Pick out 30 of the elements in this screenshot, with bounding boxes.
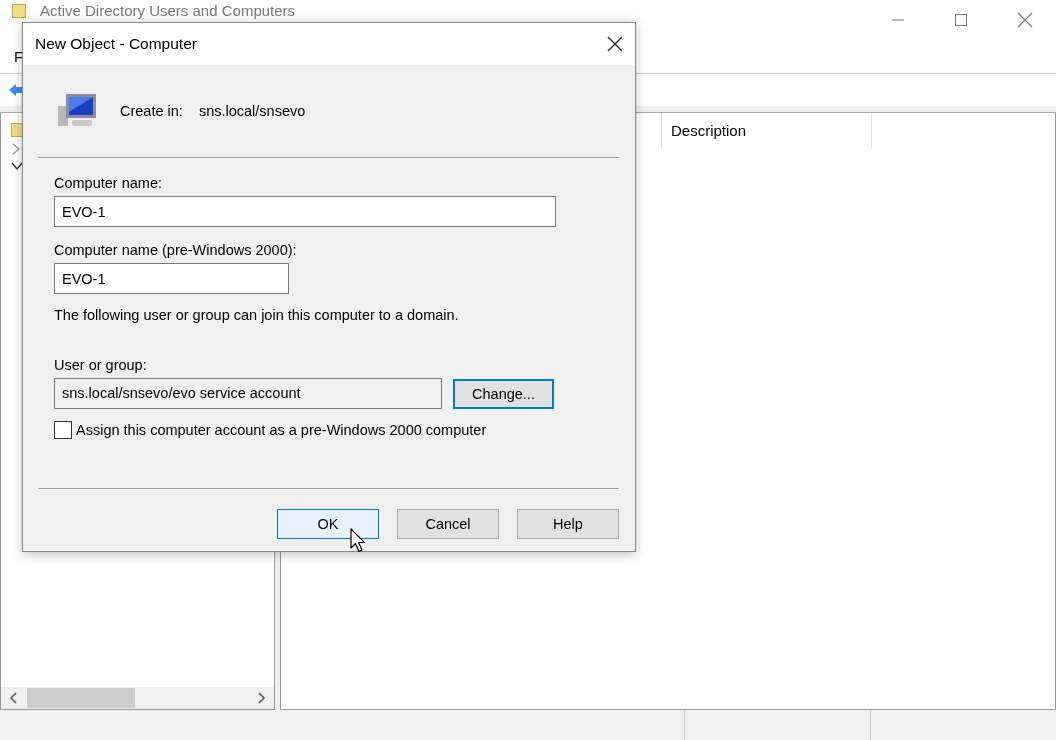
dialog-button[interactable]: OK	[277, 509, 379, 539]
field-label: Computer name (pre-Windows 2000):	[54, 241, 298, 259]
chevron-down-icon[interactable]	[11, 161, 23, 171]
change-button[interactable]: Change...	[453, 378, 554, 409]
checkbox-label[interactable]: Assign this computer account as a pre-Windows 2000 computer	[76, 422, 487, 438]
user-group-field: sns.local/snsevo/evo service account	[54, 378, 442, 409]
menu-item[interactable]: F	[14, 48, 24, 65]
window-title: Active Directory Users and Computers	[40, 2, 296, 20]
close-icon[interactable]	[607, 36, 623, 52]
dialog-button[interactable]: Cancel	[397, 509, 499, 539]
cursor-icon	[350, 528, 368, 554]
info-text: The following user or group can join this computer to a domain.	[54, 306, 460, 324]
field-label: User or group:	[54, 356, 148, 374]
column-header[interactable]: Description	[662, 113, 872, 149]
back-arrow-icon[interactable]	[8, 82, 24, 98]
dialog-button[interactable]: Help	[517, 509, 619, 539]
checkbox[interactable]	[54, 421, 72, 439]
horizontal-scrollbar[interactable]	[1, 687, 274, 709]
chevron-right-icon[interactable]	[11, 143, 21, 155]
dialog-title: New Object - Computer	[35, 35, 198, 53]
text-field[interactable]: EVO-1	[54, 263, 289, 294]
folder-icon	[12, 4, 26, 18]
create-in-path: sns.local/snsevo	[198, 103, 306, 119]
field-label: Computer name:	[54, 174, 163, 192]
scroll-thumb[interactable]	[27, 688, 135, 708]
maximize-icon[interactable]	[954, 13, 968, 27]
scroll-left-icon[interactable]	[9, 692, 19, 704]
scroll-right-icon[interactable]	[256, 692, 266, 704]
create-in-label: Create in:	[120, 103, 183, 119]
text-field[interactable]: EVO-1	[54, 196, 556, 227]
